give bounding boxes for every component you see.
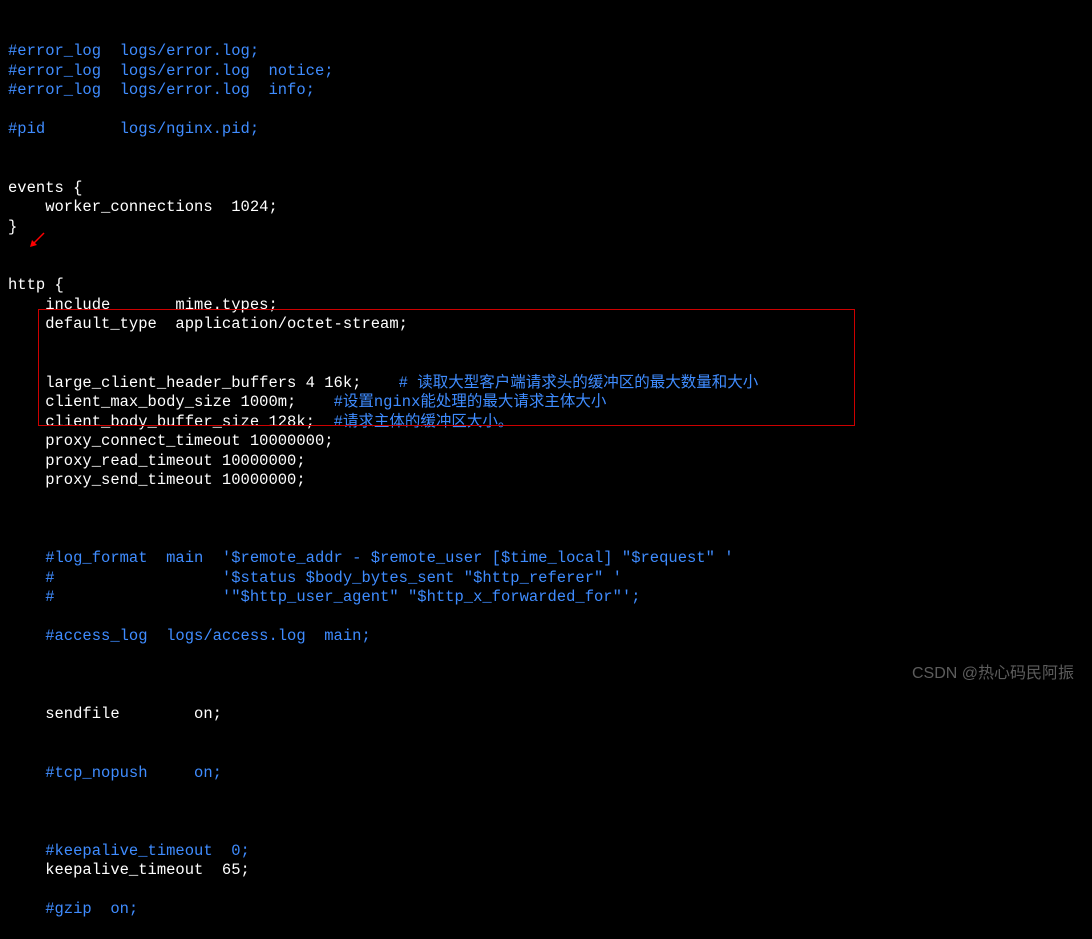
config-line: worker_connections 1024; [8, 198, 1092, 218]
config-line: default_type application/octet-stream; [8, 315, 1092, 335]
config-line: keepalive_timeout 65; [8, 861, 1092, 881]
config-line-highlighted: proxy_send_timeout 10000000; [8, 471, 1092, 491]
config-line-sendfile: sendfile on; [8, 705, 1092, 725]
config-line-highlighted: client_max_body_size 1000m; #设置nginx能处理的… [8, 393, 1092, 413]
config-line-highlighted: proxy_connect_timeout 10000000; [8, 432, 1092, 452]
config-line [8, 881, 1092, 901]
config-line: #access_log logs/access.log main; [8, 627, 1092, 647]
config-line [8, 159, 1092, 179]
config-line [8, 822, 1092, 842]
config-line: } [8, 218, 1092, 238]
config-line: #error_log logs/error.log notice; [8, 62, 1092, 82]
config-line [8, 237, 1092, 257]
watermark-text: CSDN @热心码民阿振 [912, 664, 1074, 684]
config-line [8, 101, 1092, 121]
config-line-tcpnopush: #tcp_nopush on; [8, 764, 1092, 784]
config-line: #keepalive_timeout 0; [8, 842, 1092, 862]
config-line: #gzip on; [8, 900, 1092, 920]
config-line-highlighted: large_client_header_buffers 4 16k; # 读取大… [8, 374, 1092, 394]
config-line: include mime.types; [8, 296, 1092, 316]
config-line [8, 530, 1092, 550]
config-line [8, 608, 1092, 628]
config-line: #error_log logs/error.log info; [8, 81, 1092, 101]
config-line: # '$status $body_bytes_sent "$http_refer… [8, 569, 1092, 589]
config-line-highlighted: proxy_read_timeout 10000000; [8, 452, 1092, 472]
config-line: events { [8, 179, 1092, 199]
config-line: #error_log logs/error.log; [8, 42, 1092, 62]
config-line: # '"$http_user_agent" "$http_x_forwarded… [8, 588, 1092, 608]
config-line [8, 257, 1092, 277]
config-line: http { [8, 276, 1092, 296]
terminal-output: #error_log logs/error.log;#error_log log… [8, 3, 1092, 939]
config-line [8, 140, 1092, 160]
config-line: #pid logs/nginx.pid; [8, 120, 1092, 140]
config-line: #log_format main '$remote_addr - $remote… [8, 549, 1092, 569]
config-line-highlighted: client_body_buffer_size 128k; #请求主体的缓冲区大… [8, 413, 1092, 433]
